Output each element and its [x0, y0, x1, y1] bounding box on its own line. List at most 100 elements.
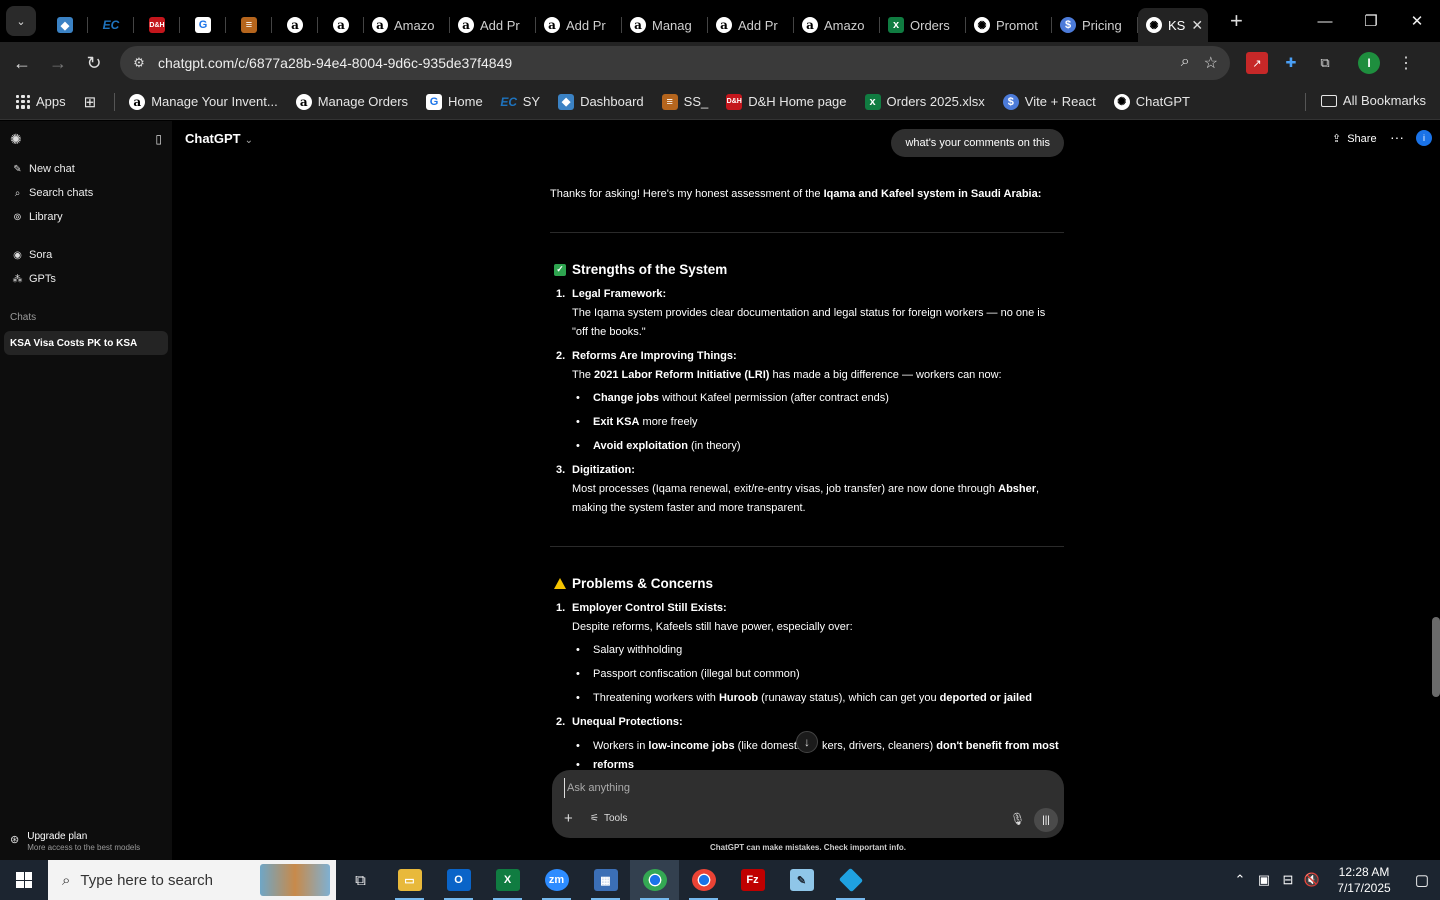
file-explorer-icon[interactable]: ▭ [385, 860, 434, 900]
new-tab-icon[interactable]: + [1230, 8, 1243, 34]
bookmark-item[interactable]: EC SY [500, 94, 540, 110]
bookmark-item[interactable]: $ Vite + React [1002, 93, 1096, 110]
share-label: Share [1347, 132, 1377, 145]
microphone-icon[interactable]: 🎙 [1010, 812, 1025, 826]
url-text[interactable]: chatgpt.com/c/6877a28b-94e4-8004-9d6c-93… [158, 55, 512, 71]
chatgpt-icon: ✺ [1146, 17, 1162, 33]
bookmark-item[interactable]: a Manage Orders [295, 93, 408, 110]
add-attachment-icon[interactable]: + [564, 810, 573, 827]
zoom-icon[interactable]: ⌕ [1181, 53, 1190, 73]
tab-label: Add Pr [566, 17, 606, 33]
calculator-icon[interactable]: ▦ [581, 860, 630, 900]
bookmark-item[interactable]: D&H D&H Home page [726, 93, 847, 110]
scrollbar-thumb[interactable] [1432, 617, 1440, 697]
bookmark-item[interactable]: ≡ SS_ [661, 93, 708, 110]
extensions-puzzle-icon[interactable]: ⧉ [1314, 52, 1336, 74]
scrollbar[interactable] [1432, 121, 1440, 860]
extension-red-icon[interactable]: ↗ [1246, 52, 1268, 74]
voice-mode-icon[interactable]: ||| [1034, 808, 1058, 832]
sidebar-chat-ksa-visa[interactable]: KSA Visa Costs PK to KSA [4, 331, 168, 355]
browser-tab[interactable]: a [272, 8, 318, 42]
browser-tab[interactable]: D&H [134, 8, 180, 42]
tab-search-icon[interactable]: ⌄ [6, 6, 36, 36]
upgrade-plan[interactable]: ⊛ Upgrade plan More access to the best m… [10, 831, 140, 852]
task-view-icon[interactable]: ⧉ [336, 860, 385, 900]
extensions-area: ↗ ✚ ⧉ I ⋮ [1246, 46, 1414, 80]
composer: + ⚟ Tools 🎙 ||| [552, 770, 1064, 838]
bookmark-star-icon[interactable]: ☆ [1204, 53, 1218, 73]
browser-tab[interactable]: EC [88, 8, 134, 42]
tab-groups-icon[interactable]: ⊞ [84, 93, 97, 111]
browser-tab[interactable]: $ Pricing [1052, 8, 1138, 42]
extension-blue-icon[interactable]: ✚ [1280, 52, 1302, 74]
volume-muted-icon[interactable]: 🔇 [1300, 872, 1324, 888]
browser-tab[interactable]: a [318, 8, 364, 42]
browser-tab[interactable]: a Add Pr [708, 8, 794, 42]
restore-icon[interactable]: ❐ [1348, 0, 1394, 42]
more-options-icon[interactable]: ··· [1390, 129, 1404, 145]
bookmark-label: Dashboard [580, 94, 644, 109]
bookmark-item[interactable]: Apps [16, 94, 66, 109]
browser-menu-icon[interactable]: ⋮ [1398, 53, 1414, 73]
bookmark-item[interactable]: G Home [426, 93, 483, 110]
tab-active-chatgpt[interactable]: ✺ KS ✕ [1138, 8, 1208, 42]
list-number: 2. [556, 716, 566, 728]
notification-icon[interactable]: ▢ [1404, 871, 1440, 889]
close-sidebar-icon[interactable]: ▯ [155, 132, 162, 146]
bullet-item: Exit KSA more freely [576, 416, 698, 428]
share-button[interactable]: ⇪ Share [1332, 132, 1377, 146]
minimize-icon[interactable]: — [1302, 0, 1348, 42]
browser-tab[interactable]: a Add Pr [450, 8, 536, 42]
close-window-icon[interactable]: ✕ [1394, 0, 1440, 42]
back-icon[interactable]: ← [4, 45, 40, 81]
prompt-input[interactable] [564, 778, 1024, 798]
clock[interactable]: 12:28 AM 7/17/2025 [1330, 864, 1398, 896]
sidebar: ✺ ▯ ✎ New chat ⌕ Search chats ⊚ Library ◉ Sora… [0, 121, 172, 860]
filezilla-icon[interactable]: Fz [728, 860, 777, 900]
browser-tab[interactable]: G [180, 8, 226, 42]
sidebar-item-search-chats[interactable]: ⌕ Search chats [0, 181, 172, 205]
bookmark-item[interactable]: ◆ Dashboard [558, 93, 644, 110]
close-tab-icon[interactable]: ✕ [1191, 17, 1203, 34]
model-picker[interactable]: ChatGPT ⌄ [185, 131, 253, 146]
sidebar-item-sora[interactable]: ◉ Sora [0, 243, 172, 267]
forward-icon[interactable]: → [40, 45, 76, 81]
scroll-down-arrow-icon[interactable]: ↓ [796, 731, 818, 753]
bookmark-item[interactable]: x Orders 2025.xlsx [864, 93, 985, 110]
bookmark-item[interactable]: a Manage Your Invent... [129, 93, 278, 110]
openai-logo-icon[interactable]: ✺ [10, 131, 22, 148]
zoom-icon[interactable]: zm [532, 860, 581, 900]
start-button[interactable] [0, 860, 48, 900]
notepad-icon[interactable]: ✎ [777, 860, 826, 900]
browser-tab[interactable]: a Amazo [364, 8, 450, 42]
chrome-profile-icon[interactable] [679, 860, 728, 900]
sidebar-item-new-chat[interactable]: ✎ New chat [0, 157, 172, 181]
list-item-text: Most processes (Iqama renewal, exit/re-e… [572, 480, 1062, 518]
app-diamond-icon[interactable] [826, 860, 875, 900]
bookmark-item[interactable]: ✺ ChatGPT [1113, 93, 1190, 110]
sidebar-item-library[interactable]: ⊚ Library [0, 205, 172, 229]
network-icon[interactable]: ⊟ [1276, 872, 1300, 888]
omnibox[interactable]: ⚙ chatgpt.com/c/6877a28b-94e4-8004-9d6c-… [120, 46, 1230, 80]
taskbar-search[interactable]: ⌕ Type here to search [48, 860, 336, 900]
browser-tab[interactable]: ≡ [226, 8, 272, 42]
tools-button[interactable]: ⚟ Tools [590, 813, 627, 824]
site-info-icon[interactable]: ⚙ [124, 48, 154, 78]
sidebar-item-gpts[interactable]: ⁂ GPTs [0, 267, 172, 291]
all-bookmarks[interactable]: All Bookmarks [1304, 93, 1426, 111]
browser-tab[interactable]: x Orders [880, 8, 966, 42]
profile-avatar[interactable]: I [1358, 52, 1380, 74]
bold-text: Avoid exploitation [593, 440, 688, 452]
account-avatar[interactable]: i [1416, 130, 1432, 146]
chevron-up-icon[interactable]: ⌃ [1228, 872, 1252, 888]
browser-tab[interactable]: ◆ [42, 8, 88, 42]
browser-tab[interactable]: ✺ Promot [966, 8, 1052, 42]
browser-tab[interactable]: a Add Pr [536, 8, 622, 42]
chrome-icon[interactable] [630, 860, 679, 900]
excel-icon[interactable]: X [483, 860, 532, 900]
security-icon[interactable]: ▣ [1252, 872, 1276, 888]
outlook-icon[interactable]: O [434, 860, 483, 900]
reload-icon[interactable]: ↻ [76, 45, 112, 81]
browser-tab[interactable]: a Amazo [794, 8, 880, 42]
browser-tab[interactable]: a Manag [622, 8, 708, 42]
